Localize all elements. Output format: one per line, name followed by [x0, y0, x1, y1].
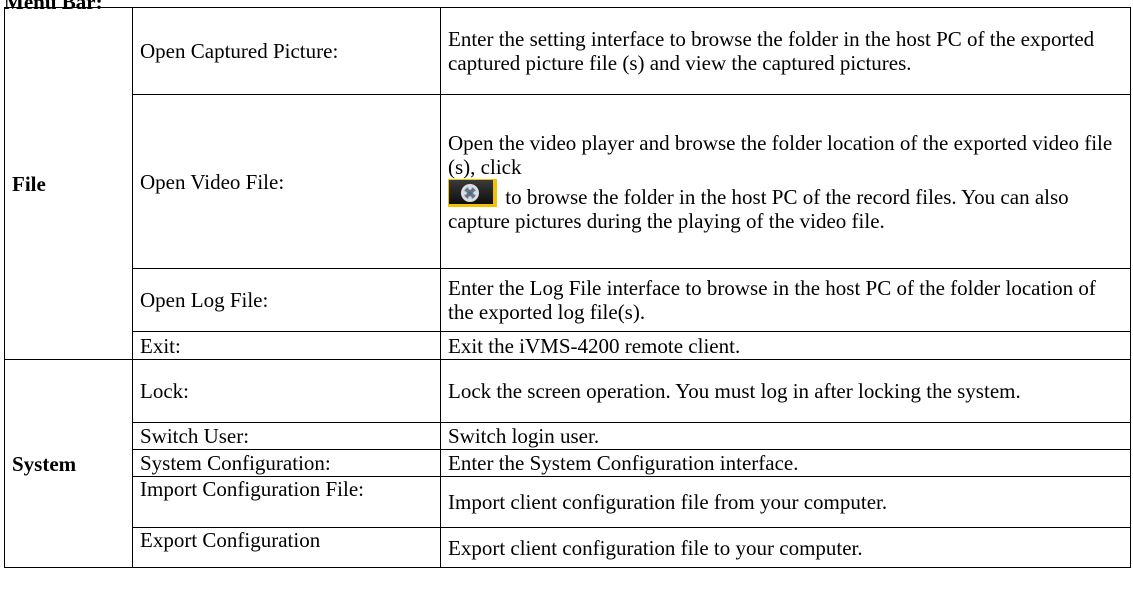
description-text: to browse the folder in the host PC of t…	[448, 184, 1069, 233]
menu-item-switch-user: Switch User:	[132, 422, 441, 450]
category-system: System	[4, 359, 133, 568]
description-text: Open the video player and browse the fol…	[448, 130, 1113, 179]
table-row: Switch User: Switch login user.	[5, 422, 1131, 450]
menu-item-description: Lock the screen operation. You must log …	[440, 359, 1131, 423]
table-row: Exit: Exit the iVMS-4200 remote client.	[5, 331, 1131, 360]
table-row: Open Video File: Open the video player a…	[5, 94, 1131, 269]
menu-item-exit: Exit:	[132, 331, 441, 360]
menu-item-export-configuration: Export Configuration	[132, 527, 441, 568]
menu-bar-table: File Open Captured Picture: Enter the se…	[4, 7, 1131, 568]
menu-item-open-log-file: Open Log File:	[132, 268, 441, 332]
menu-item-description: Export client configuration file to your…	[440, 527, 1131, 568]
menu-item-description: Open the video player and browse the fol…	[440, 94, 1131, 269]
table-row: Export Configuration Export client confi…	[5, 527, 1131, 568]
table-row: Open Log File: Enter the Log File interf…	[5, 268, 1131, 332]
menu-item-import-configuration-file: Import Configuration File:	[132, 476, 441, 528]
table-row: System Configuration: Enter the System C…	[5, 449, 1131, 477]
menu-item-open-video-file: Open Video File:	[132, 94, 441, 269]
menu-item-open-captured-picture: Open Captured Picture:	[132, 7, 441, 95]
menu-item-description: Enter the Log File interface to browse i…	[440, 268, 1131, 332]
menu-item-description: Enter the System Configuration interface…	[440, 449, 1131, 477]
menu-item-lock: Lock:	[132, 359, 441, 423]
menu-item-description: Switch login user.	[440, 422, 1131, 450]
video-folder-icon	[448, 178, 497, 207]
menu-item-description: Import client configuration file from yo…	[440, 476, 1131, 528]
menu-item-system-configuration: System Configuration:	[132, 449, 441, 477]
table-row: Import Configuration File: Import client…	[5, 476, 1131, 528]
menu-item-description: Enter the setting interface to browse th…	[440, 7, 1131, 95]
category-file: File	[4, 7, 133, 360]
table-row: File Open Captured Picture: Enter the se…	[4, 7, 1131, 360]
table-row: System Lock: Lock the screen operation. …	[4, 359, 1131, 568]
menu-item-description: Exit the iVMS-4200 remote client.	[440, 331, 1131, 360]
